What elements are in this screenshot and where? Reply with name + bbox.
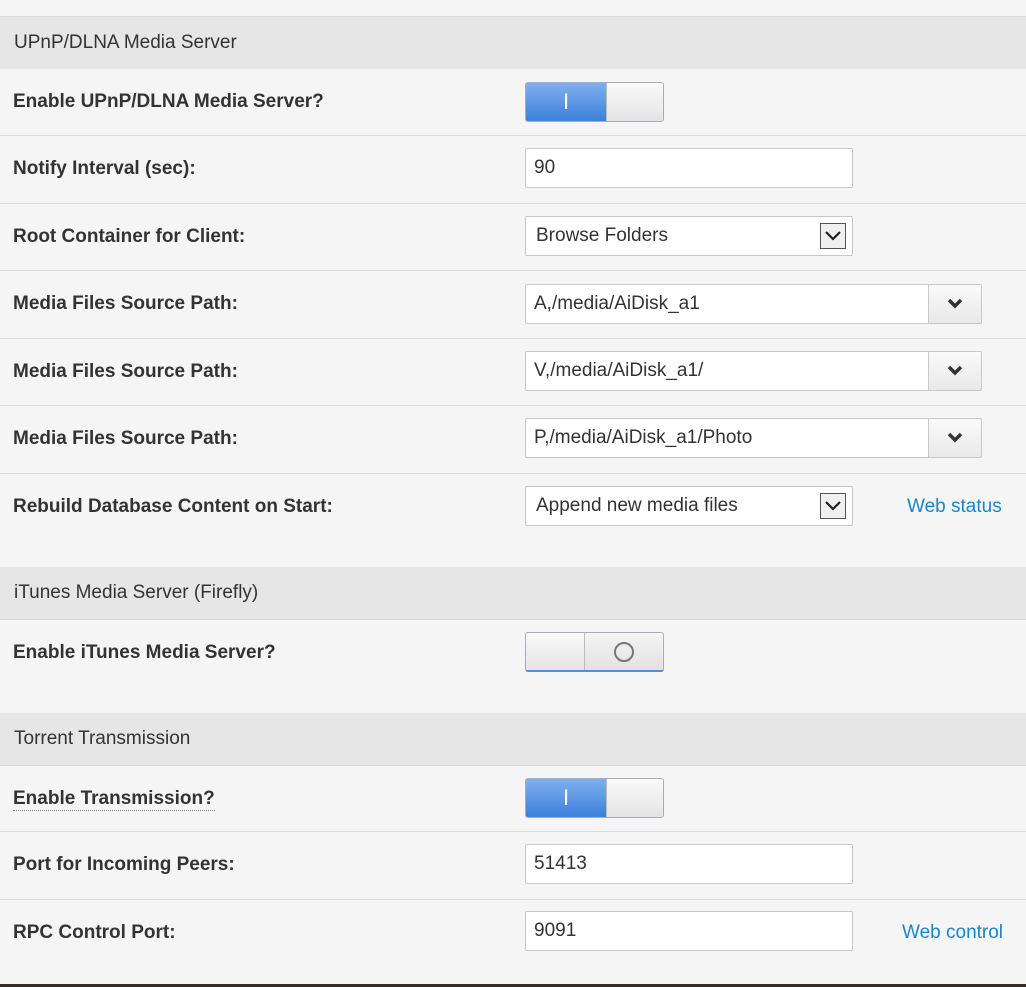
source-path-row-3: Media Files Source Path: P,/media/AiDisk… (0, 406, 1026, 474)
rebuild-db-label: Rebuild Database Content on Start: (13, 496, 333, 517)
upnp-enable-toggle[interactable]: I (525, 82, 664, 122)
itunes-enable-toggle[interactable] (525, 632, 664, 672)
upnp-section-title: UPnP/DLNA Media Server (14, 32, 237, 53)
transmission-enable-row: Enable Transmission? I (0, 766, 1026, 832)
source-path-row-2: Media Files Source Path: V,/media/AiDisk… (0, 339, 1026, 406)
toggle-off-side (606, 83, 663, 121)
web-control-link[interactable]: Web control (902, 922, 1003, 944)
source-path-input[interactable]: P,/media/AiDisk_a1/Photo (525, 418, 929, 458)
rebuild-db-selected: Append new media files (536, 495, 738, 516)
toggle-off-side (606, 779, 663, 817)
rpc-port-row: RPC Control Port: 9091 Web control (0, 900, 1026, 984)
notify-interval-row: Notify Interval (sec): 90 (0, 136, 1026, 204)
upnp-enable-label: Enable UPnP/DLNA Media Server? (13, 91, 324, 112)
top-edge-bar (0, 0, 1026, 17)
chevron-down-icon[interactable] (820, 223, 846, 249)
transmission-enable-label: Enable Transmission? (13, 788, 215, 811)
root-container-selected: Browse Folders (536, 225, 668, 246)
toggle-off-side (526, 633, 585, 670)
chevron-down-icon (947, 365, 963, 376)
source-path-row-1: Media Files Source Path: A,/media/AiDisk… (0, 271, 1026, 339)
source-path-group-3: P,/media/AiDisk_a1/Photo (525, 418, 982, 458)
root-container-row: Root Container for Client: Browse Folder… (0, 204, 1026, 271)
chevron-down-icon (947, 298, 963, 309)
path-dropdown-button[interactable] (929, 351, 982, 391)
path-dropdown-button[interactable] (929, 418, 982, 458)
toggle-on-indicator: I (526, 779, 606, 817)
transmission-enable-toggle[interactable]: I (525, 778, 664, 818)
source-path-label: Media Files Source Path: (13, 293, 238, 314)
peer-port-input[interactable]: 51413 (525, 844, 853, 884)
upnp-enable-row: Enable UPnP/DLNA Media Server? I (0, 69, 1026, 136)
notify-interval-input[interactable]: 90 (525, 148, 853, 188)
path-dropdown-button[interactable] (929, 284, 982, 324)
toggle-off-indicator (585, 633, 663, 670)
torrent-section-title: Torrent Transmission (14, 728, 191, 749)
toggle-on-indicator: I (526, 83, 606, 121)
root-container-label: Root Container for Client: (13, 226, 246, 247)
torrent-section-header: Torrent Transmission (0, 713, 1026, 766)
notify-interval-label: Notify Interval (sec): (13, 158, 196, 179)
circle-icon (614, 641, 634, 662)
source-path-label: Media Files Source Path: (13, 428, 238, 449)
rebuild-db-row: Rebuild Database Content on Start: Appen… (0, 474, 1026, 566)
rebuild-db-select[interactable]: Append new media files (525, 486, 853, 526)
source-path-group-2: V,/media/AiDisk_a1/ (525, 351, 982, 391)
source-path-input[interactable]: V,/media/AiDisk_a1/ (525, 351, 929, 391)
root-container-select[interactable]: Browse Folders (525, 216, 853, 256)
itunes-section-header: iTunes Media Server (Firefly) (0, 567, 1026, 620)
source-path-label: Media Files Source Path: (13, 361, 238, 382)
source-path-group-1: A,/media/AiDisk_a1 (525, 284, 982, 324)
chevron-down-icon[interactable] (820, 493, 846, 519)
itunes-section-title: iTunes Media Server (Firefly) (14, 582, 259, 603)
itunes-enable-label: Enable iTunes Media Server? (13, 642, 276, 663)
upnp-section-header: UPnP/DLNA Media Server (0, 17, 1026, 70)
peer-port-label: Port for Incoming Peers: (13, 854, 235, 875)
rpc-port-label: RPC Control Port: (13, 922, 176, 943)
rpc-port-input[interactable]: 9091 (525, 911, 853, 951)
chevron-down-icon (947, 432, 963, 443)
web-status-link[interactable]: Web status (907, 496, 1002, 518)
itunes-enable-row: Enable iTunes Media Server? (0, 620, 1026, 712)
source-path-input[interactable]: A,/media/AiDisk_a1 (525, 284, 929, 324)
peer-port-row: Port for Incoming Peers: 51413 (0, 832, 1026, 900)
